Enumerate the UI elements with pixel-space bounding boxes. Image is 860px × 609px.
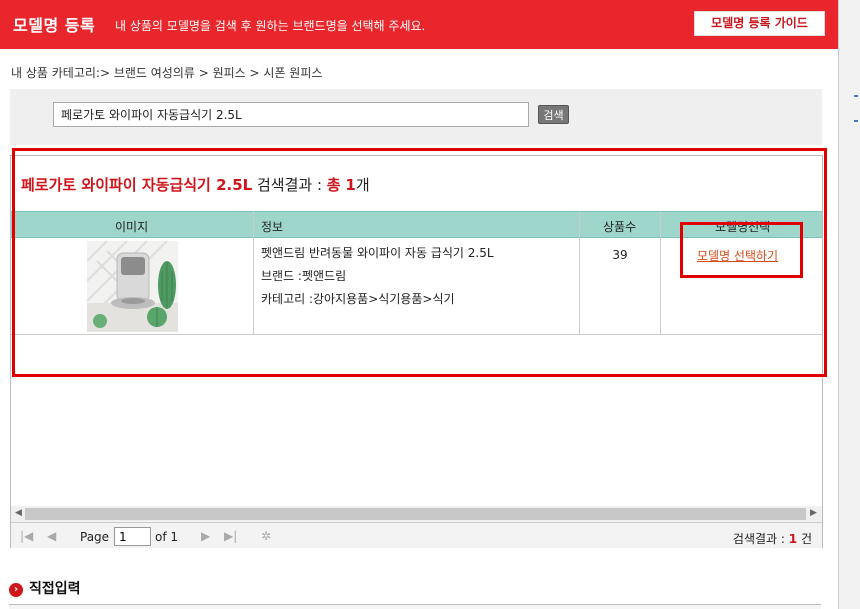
- search-area: 검색: [10, 89, 822, 145]
- edge-marker: [854, 95, 858, 97]
- scroll-left-icon[interactable]: ◀: [15, 508, 22, 518]
- last-page-icon[interactable]: ▶|: [224, 529, 237, 543]
- page-label: Page: [80, 530, 110, 544]
- breadcrumb: 내 상품 카테고리:> 브랜드 여성의류 > 원피스 > 시폰 원피스: [11, 66, 323, 80]
- scroll-right-icon[interactable]: ▶: [810, 508, 817, 518]
- pager-summary-count: 1: [788, 532, 798, 546]
- pager-summary-unit: 건: [800, 532, 812, 546]
- page-of-label: of 1: [155, 530, 179, 544]
- scrollbar-thumb[interactable]: [25, 508, 806, 520]
- registration-guide-button[interactable]: 모델명 등록 가이드: [694, 11, 825, 36]
- next-page-icon[interactable]: ▶: [201, 529, 210, 543]
- window-edge-strip: [838, 0, 860, 609]
- pager-summary-label: 검색결과 :: [732, 532, 785, 546]
- pager: |◀ ◀ Page of 1 ▶ ▶| ✲ 검색결과 : 1 건: [11, 522, 822, 548]
- page-header: 모델명 등록 내 상품의 모델명을 검색 후 원하는 브랜드명을 선택해 주세요…: [0, 0, 838, 49]
- direct-input-table-top: [9, 604, 821, 609]
- prev-page-icon[interactable]: ◀: [47, 529, 56, 543]
- edge-marker: [854, 120, 858, 122]
- search-button[interactable]: 검색: [538, 105, 569, 124]
- direct-input-title: 직접입력: [29, 581, 81, 597]
- direct-input-section: › 직접입력: [9, 578, 81, 598]
- highlight-box-select: [680, 222, 803, 278]
- pager-summary: 검색결과 : 1 건: [733, 530, 812, 547]
- search-input[interactable]: [53, 102, 529, 127]
- page-title: 모델명 등록: [13, 16, 96, 35]
- chevron-right-icon: ›: [9, 583, 23, 597]
- page-description: 내 상품의 모델명을 검색 후 원하는 브랜드명을 선택해 주세요.: [115, 19, 426, 33]
- first-page-icon[interactable]: |◀: [20, 529, 33, 543]
- page-number-input[interactable]: [114, 527, 151, 546]
- refresh-icon[interactable]: ✲: [261, 529, 271, 543]
- horizontal-scrollbar[interactable]: ◀ ▶: [11, 506, 822, 522]
